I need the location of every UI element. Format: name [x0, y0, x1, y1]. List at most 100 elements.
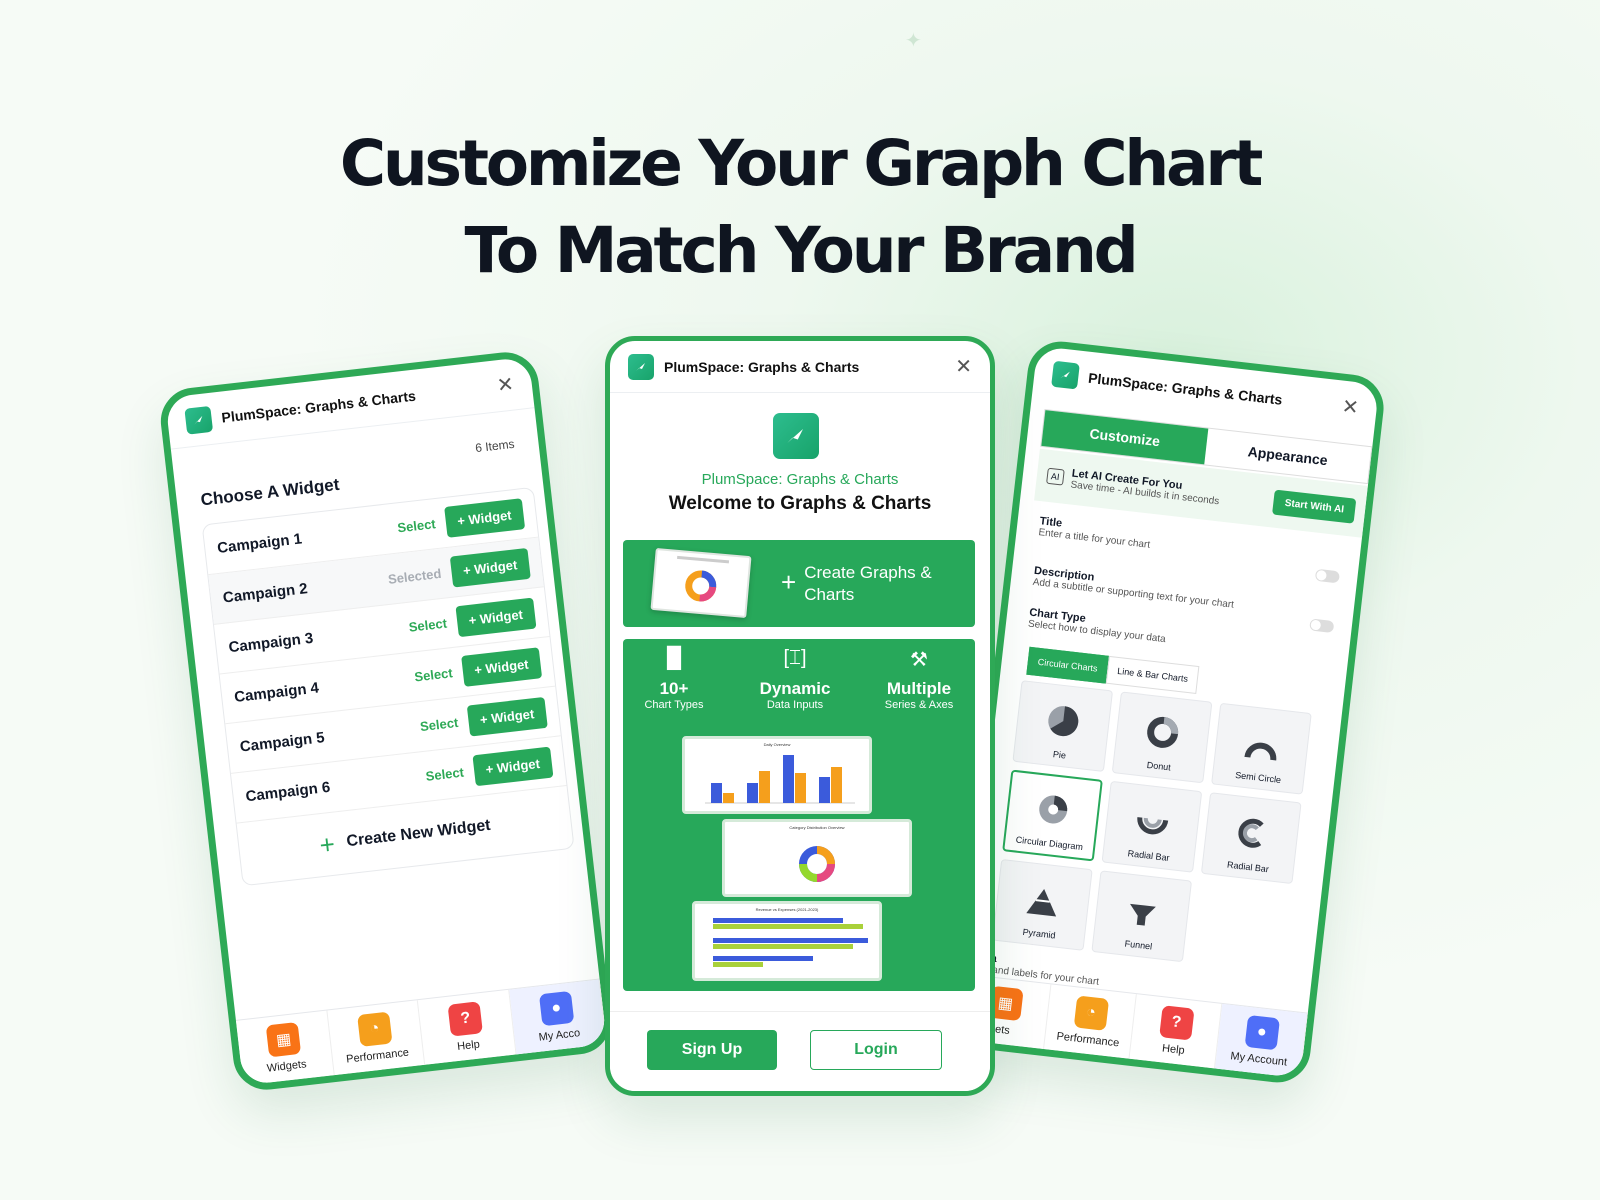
nav-label: Help: [1161, 1042, 1186, 1057]
nav-help[interactable]: ? Help: [417, 989, 517, 1065]
nav-label: ets: [994, 1023, 1011, 1037]
add-widget-button[interactable]: + Widget: [455, 597, 537, 638]
close-icon[interactable]: ✕: [1341, 396, 1360, 420]
chart-option-label: Pie: [1052, 749, 1067, 761]
add-widget-button[interactable]: + Widget: [449, 547, 531, 588]
chart-option-radial-bar-2[interactable]: Radial Bar: [1200, 792, 1302, 885]
sign-up-button[interactable]: Sign Up: [647, 1030, 777, 1070]
chart-option-label: Donut: [1146, 759, 1172, 773]
hero-line-2: To Match Your Brand: [464, 214, 1139, 287]
chart-option-pie[interactable]: Pie: [1012, 680, 1114, 773]
plus-icon: +: [781, 567, 797, 597]
chart-option-semi-circle[interactable]: Semi Circle: [1211, 702, 1312, 795]
bar-chart-graphic: [705, 755, 855, 804]
item-count: 6 Items: [474, 436, 516, 456]
app-header: PlumSpace: Graphs & Charts ✕: [165, 356, 535, 450]
nav-help[interactable]: ? Help: [1129, 994, 1223, 1069]
funnel-icon: [1130, 903, 1156, 926]
hero-line-1: Customize Your Graph Chart: [339, 127, 1263, 200]
create-graphs-button[interactable]: + Create Graphs & Charts: [781, 562, 954, 606]
nav-performance[interactable]: ◔ Performance: [326, 1000, 426, 1076]
phone-customize: PlumSpace: Graphs & Charts ✕ Customize A…: [950, 338, 1388, 1086]
campaign-name: Campaign 2: [222, 580, 309, 607]
app-logo-icon: [1051, 360, 1080, 390]
campaign-name: Campaign 3: [227, 629, 315, 657]
feature-value: 10+: [659, 679, 689, 698]
horizontal-bar-graphic: [713, 918, 868, 967]
chart-option-label: Pyramid: [1022, 926, 1057, 941]
feature-multiple: ⚒ Multiple Series & Axes: [860, 647, 978, 711]
help-icon: ?: [447, 1001, 484, 1037]
mini-horizontal-bar-chart: Revenue vs Expenses (2021-2023): [692, 901, 882, 981]
feature-label: Chart Types: [644, 699, 704, 711]
app-title: PlumSpace: Graphs & Charts: [220, 387, 417, 426]
select-link[interactable]: Select: [414, 665, 454, 684]
app-subtitle: PlumSpace: Graphs & Charts: [701, 471, 899, 488]
bottom-nav: ▦ Widgets ◔ Performance ? Help ● My Acco: [235, 978, 607, 1086]
select-link[interactable]: Select: [408, 616, 448, 635]
chart-option-radial-bar[interactable]: Radial Bar: [1101, 780, 1203, 873]
nav-label: Help: [456, 1038, 481, 1053]
app-logo-icon: [184, 405, 214, 435]
login-button[interactable]: Login: [810, 1030, 942, 1070]
add-widget-button[interactable]: + Widget: [472, 746, 554, 787]
hero-heading: Customize Your Graph Chart To Match Your…: [0, 120, 1600, 294]
pyramid-icon: [1026, 889, 1057, 917]
title-toggle[interactable]: [1314, 568, 1341, 584]
select-link[interactable]: Select: [419, 715, 459, 734]
tab-circular-charts[interactable]: Circular Charts: [1026, 646, 1109, 684]
campaign-name: Campaign 1: [216, 530, 303, 557]
plus-icon: +: [317, 828, 337, 860]
nav-label: My Account: [1229, 1050, 1288, 1069]
radial-bar-icon: [1238, 818, 1264, 848]
chart-option-circular-diagram[interactable]: Circular Diagram: [1002, 769, 1103, 862]
gauge-icon: ◔: [1073, 995, 1109, 1031]
close-icon[interactable]: ✕: [496, 373, 515, 397]
nav-widgets[interactable]: ▦ Widgets: [235, 1010, 335, 1086]
chart-option-donut[interactable]: Donut: [1111, 691, 1213, 784]
welcome-heading: Welcome to Graphs & Charts: [668, 493, 932, 514]
description-toggle[interactable]: [1309, 618, 1335, 634]
donut-preview-icon: [677, 555, 730, 602]
chart-option-pyramid[interactable]: Pyramid: [992, 858, 1093, 951]
auth-bar: Sign Up Login: [610, 1011, 990, 1091]
nav-performance[interactable]: ◔ Performance: [1044, 984, 1137, 1059]
app-title: PlumSpace: Graphs & Charts: [664, 358, 860, 375]
feature-value: Multiple: [886, 679, 952, 698]
tab-line-bar-charts[interactable]: Line & Bar Charts: [1105, 655, 1200, 694]
selected-label: Selected: [387, 565, 443, 587]
input-brackets-icon: [⌶]: [783, 647, 807, 669]
chart-option-label: Radial Bar: [1127, 848, 1171, 863]
user-icon: ●: [1244, 1014, 1280, 1051]
widgets-icon: ▦: [265, 1021, 302, 1058]
create-graphs-label: Create Graphs & Charts: [804, 563, 932, 604]
feature-dynamic: [⌶] Dynamic Data Inputs: [736, 647, 854, 711]
add-widget-button[interactable]: + Widget: [466, 696, 548, 737]
create-widget-label: Create New Widget: [345, 816, 492, 851]
brand-logo-icon: [773, 413, 819, 459]
start-with-ai-button[interactable]: Start With AI: [1272, 489, 1357, 524]
create-graphs-banner[interactable]: + Create Graphs & Charts: [623, 540, 975, 627]
help-icon: ?: [1158, 1005, 1195, 1041]
nav-label: My Acco: [538, 1027, 581, 1044]
chart-option-label: Circular Diagram: [1015, 834, 1084, 853]
select-link[interactable]: Select: [397, 516, 437, 535]
feature-chart-types: ▐▌ 10+ Chart Types: [615, 647, 733, 711]
nav-label: Performance: [345, 1046, 410, 1066]
add-widget-button[interactable]: + Widget: [460, 647, 543, 687]
donut-icon: [1147, 716, 1179, 748]
nav-my-account[interactable]: ● My Account: [1214, 1003, 1308, 1079]
select-link[interactable]: Select: [425, 765, 465, 784]
feature-value: Dynamic: [759, 679, 831, 698]
chart-option-funnel[interactable]: Funnel: [1091, 870, 1193, 963]
nav-my-account[interactable]: ● My Acco: [508, 979, 607, 1055]
chart-option-label: Radial Bar: [1226, 859, 1270, 875]
semi-circle-icon: [1244, 742, 1277, 761]
pie-icon: [1048, 706, 1079, 737]
feature-label: Data Inputs: [766, 699, 824, 711]
add-widget-button[interactable]: + Widget: [443, 498, 526, 538]
ai-icon: AI: [1046, 467, 1065, 486]
sparkle-icon: ✦: [905, 30, 922, 52]
radial-bar-icon: [1137, 817, 1169, 835]
close-icon[interactable]: ✕: [955, 357, 972, 377]
